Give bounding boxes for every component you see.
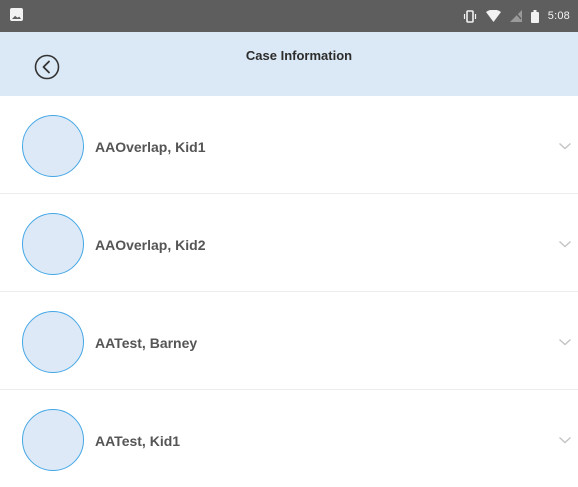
chevron-down-icon[interactable] bbox=[558, 141, 572, 151]
chevron-down-icon[interactable] bbox=[558, 239, 572, 249]
avatar bbox=[22, 311, 84, 373]
list-item[interactable]: AATest, Barney bbox=[0, 292, 578, 390]
page-title: Case Information bbox=[245, 48, 353, 63]
status-icons: 5:08 bbox=[463, 0, 570, 32]
no-signal-icon bbox=[509, 10, 522, 22]
avatar bbox=[22, 115, 84, 177]
app-bar: Case Information bbox=[0, 32, 578, 96]
item-name: AAOverlap, Kid1 bbox=[95, 139, 206, 155]
item-name: AATest, Barney bbox=[95, 335, 198, 351]
chevron-down-icon[interactable] bbox=[558, 337, 572, 347]
case-list: AAOverlap, Kid1 AAOverlap, Kid2 AATest, … bbox=[0, 96, 578, 487]
image-icon bbox=[10, 8, 23, 21]
avatar bbox=[22, 409, 84, 471]
wifi-icon bbox=[485, 10, 501, 22]
list-item[interactable]: AATest, Kid1 bbox=[0, 390, 578, 487]
list-item[interactable]: AAOverlap, Kid2 bbox=[0, 194, 578, 292]
item-name: AATest, Kid1 bbox=[95, 433, 181, 449]
status-time: 5:08 bbox=[547, 10, 570, 22]
item-name: AAOverlap, Kid2 bbox=[95, 237, 206, 253]
status-bar: 5:08 bbox=[0, 0, 578, 32]
chevron-down-icon[interactable] bbox=[558, 435, 572, 445]
vibrate-icon bbox=[463, 9, 477, 23]
battery-icon bbox=[530, 9, 539, 23]
list-item[interactable]: AAOverlap, Kid1 bbox=[0, 96, 578, 194]
avatar bbox=[22, 213, 84, 275]
